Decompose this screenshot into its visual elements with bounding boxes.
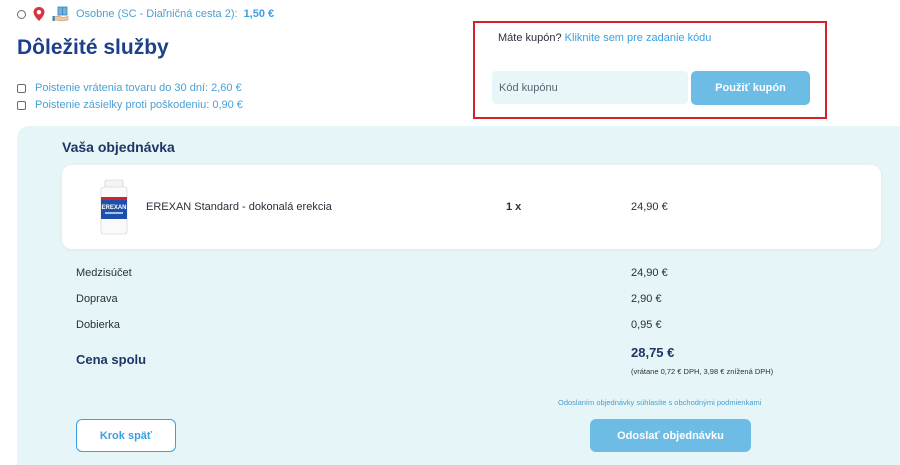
coupon-link[interactable]: Kliknite sem pre zadanie kódu <box>565 32 712 44</box>
back-button[interactable]: Krok späť <box>76 419 176 452</box>
damage-insurance-label[interactable]: Poistenie zásielky proti poškodeniu: 0,9… <box>35 99 243 111</box>
service-damage-insurance[interactable]: Poistenie zásielky proti poškodeniu: 0,9… <box>17 99 243 111</box>
shipping-cost-label: Doprava <box>76 293 118 305</box>
coupon-question: Máte kupón? <box>498 32 562 44</box>
product-logo-text: EREXAN <box>101 205 126 211</box>
shipping-radio[interactable] <box>17 9 26 19</box>
shipping-price: 1,50 € <box>243 8 275 20</box>
service-return-insurance[interactable]: Poistenie vrátenia tovaru do 30 dní: 2,6… <box>17 82 242 94</box>
apply-coupon-button[interactable]: Použiť kupón <box>691 71 810 105</box>
total-label: Cena spolu <box>76 352 147 367</box>
total-vat-note: (vrátane 0,72 € DPH, 3,98 € znížená DPH) <box>631 367 774 376</box>
product-image: EREXAN <box>100 179 128 235</box>
shipping-label: Osobne (SC - Diaľničná cesta 2): <box>76 8 238 20</box>
shipping-option[interactable]: Osobne (SC - Diaľničná cesta 2): 1,50 € <box>17 6 274 22</box>
coupon-prompt: Máte kupón? Kliknite sem pre zadanie kód… <box>498 32 711 44</box>
product-price: 24,90 € <box>631 201 668 213</box>
terms-note[interactable]: Odoslaním objednávky súhlasíte s obchodn… <box>558 398 761 407</box>
product-quantity: 1 x <box>506 201 522 213</box>
order-panel: Vaša objednávka EREXAN EREXAN Standard -… <box>17 126 900 465</box>
package-hand-icon <box>52 6 70 22</box>
submit-order-button[interactable]: Odoslať objednávku <box>590 419 751 452</box>
subtotal-value: 24,90 € <box>631 267 668 279</box>
services-title: Dôležité služby <box>17 36 169 59</box>
coupon-input[interactable] <box>492 71 688 104</box>
order-title: Vaša objednávka <box>62 139 175 155</box>
coupon-section: Máte kupón? Kliknite sem pre zadanie kód… <box>473 21 827 119</box>
return-insurance-label[interactable]: Poistenie vrátenia tovaru do 30 dní: 2,6… <box>35 82 242 94</box>
shipping-cost-value: 2,90 € <box>631 293 662 305</box>
cod-fee-value: 0,95 € <box>631 319 662 331</box>
subtotal-label: Medzisúčet <box>76 267 132 279</box>
cod-fee-label: Dobierka <box>76 319 121 331</box>
location-pin-icon <box>32 6 46 22</box>
product-name[interactable]: EREXAN Standard - dokonalá erekcia <box>146 201 332 213</box>
product-row: EREXAN EREXAN Standard - dokonalá erekci… <box>62 165 881 249</box>
damage-insurance-checkbox[interactable] <box>17 100 26 110</box>
return-insurance-checkbox[interactable] <box>17 83 26 93</box>
total-value: 28,75 € <box>631 345 675 360</box>
